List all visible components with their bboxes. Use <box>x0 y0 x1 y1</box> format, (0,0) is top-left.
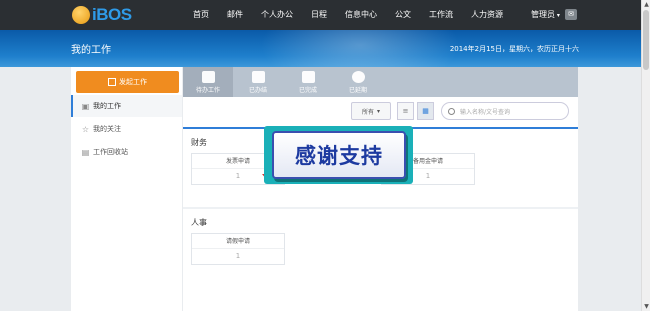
sidebar-item-following[interactable]: ☆ 我的关注 <box>71 118 182 140</box>
grid-view-button[interactable]: ▦ <box>417 102 434 120</box>
logo[interactable]: iBOS <box>72 5 132 25</box>
toolbar: 所有 ▾ ≡ ▦ 输入名称/文号查询 <box>183 97 578 127</box>
tab-label: 已完成 <box>298 86 317 94</box>
grid-icon: ▦ <box>422 107 429 115</box>
search-input[interactable]: 输入名称/文号查询 <box>441 102 569 120</box>
work-tabs: 待办工作 已办结 已完成 已延期 <box>183 67 578 97</box>
list-icon: ≡ <box>402 107 409 115</box>
tab-completed[interactable]: 已完成 <box>283 67 333 97</box>
section-title: 财务 <box>191 138 207 147</box>
sidebar-item-label: 工作回收站 <box>93 148 128 156</box>
mail-icon[interactable]: ✉ <box>565 9 577 20</box>
filter-select[interactable]: 所有 ▾ <box>351 102 391 120</box>
main-nav: 首页 邮件 个人办公 日程 信息中心 公文 工作流 人力资源 管理员 <box>184 0 569 30</box>
page-title: 我的工作 <box>71 45 111 56</box>
nav-item-hr[interactable]: 人力资源 <box>462 0 512 30</box>
thanks-text: 感谢支持 <box>272 131 406 179</box>
thanks-overlay: 感谢支持 <box>264 126 413 184</box>
card-count: 1 <box>235 252 241 260</box>
nav-item-mail[interactable]: 邮件 <box>218 0 252 30</box>
tab-todo[interactable]: 待办工作 <box>183 67 233 97</box>
briefcase-icon <box>201 70 215 83</box>
nav-item-personal[interactable]: 个人办公 <box>252 0 302 30</box>
search-icon <box>448 107 455 115</box>
logo-text: iBOS <box>92 5 132 24</box>
date-display: 2014年2月15日，星期六，农历正月十六 <box>449 45 579 53</box>
nav-item-home[interactable]: 首页 <box>184 0 218 30</box>
sidebar: 发起工作 ▣ 我的工作 ☆ 我的关注 ▤ 工作回收站 <box>71 67 182 311</box>
chevron-down-icon: ▾ <box>377 107 381 115</box>
scroll-up-icon[interactable]: ▲ <box>642 0 650 9</box>
star-icon: ☆ <box>81 124 90 134</box>
pause-icon <box>351 70 365 83</box>
trash-icon: ▤ <box>81 147 90 157</box>
nav-item-info[interactable]: 信息中心 <box>336 0 386 30</box>
sidebar-item-label: 我的工作 <box>93 102 121 110</box>
user-menu[interactable]: 管理员 <box>522 0 569 30</box>
filter-value: 所有 <box>361 108 374 116</box>
tab-label: 已延期 <box>348 86 367 94</box>
search-placeholder: 输入名称/文号查询 <box>460 108 511 116</box>
checklist-icon <box>301 70 315 83</box>
sidebar-item-label: 我的关注 <box>93 125 121 133</box>
tab-done[interactable]: 已办结 <box>233 67 283 97</box>
top-navbar: iBOS 首页 邮件 个人办公 日程 信息中心 公文 工作流 人力资源 管理员 … <box>0 0 641 30</box>
nav-item-workflow[interactable]: 工作流 <box>420 0 462 30</box>
nav-item-documents[interactable]: 公文 <box>386 0 420 30</box>
sidebar-item-my-work[interactable]: ▣ 我的工作 <box>71 95 182 117</box>
logo-icon <box>72 6 90 24</box>
scroll-down-icon[interactable]: ▼ <box>642 302 650 311</box>
launch-work-button[interactable]: 发起工作 <box>76 71 179 93</box>
main-content: 待办工作 已办结 已完成 已延期 所有 ▾ ≡ ▦ 输入名称/文号查询 财务 发… <box>183 67 578 311</box>
sidebar-item-recycle-bin[interactable]: ▤ 工作回收站 <box>71 141 182 163</box>
edit-icon <box>108 78 116 86</box>
tab-delayed[interactable]: 已延期 <box>333 67 383 97</box>
page-banner: 我的工作 2014年2月15日，星期六，农历正月十六 <box>0 30 641 67</box>
section-title: 人事 <box>191 218 207 227</box>
section-hr: 人事 请假申请 1 <box>183 209 578 311</box>
nav-item-calendar[interactable]: 日程 <box>302 0 336 30</box>
document-icon <box>251 70 265 83</box>
list-view-button[interactable]: ≡ <box>397 102 414 120</box>
tab-label: 已办结 <box>248 86 267 94</box>
scrollbar-thumb[interactable] <box>643 10 649 70</box>
launch-work-label: 发起工作 <box>119 78 147 86</box>
tab-label: 待办工作 <box>195 86 220 94</box>
card-name: 请假申请 <box>192 234 284 249</box>
vertical-scrollbar[interactable]: ▲ ▼ <box>641 0 650 311</box>
briefcase-icon: ▣ <box>81 101 90 111</box>
right-margin <box>578 67 641 311</box>
flow-card-leave[interactable]: 请假申请 1 <box>191 233 285 265</box>
